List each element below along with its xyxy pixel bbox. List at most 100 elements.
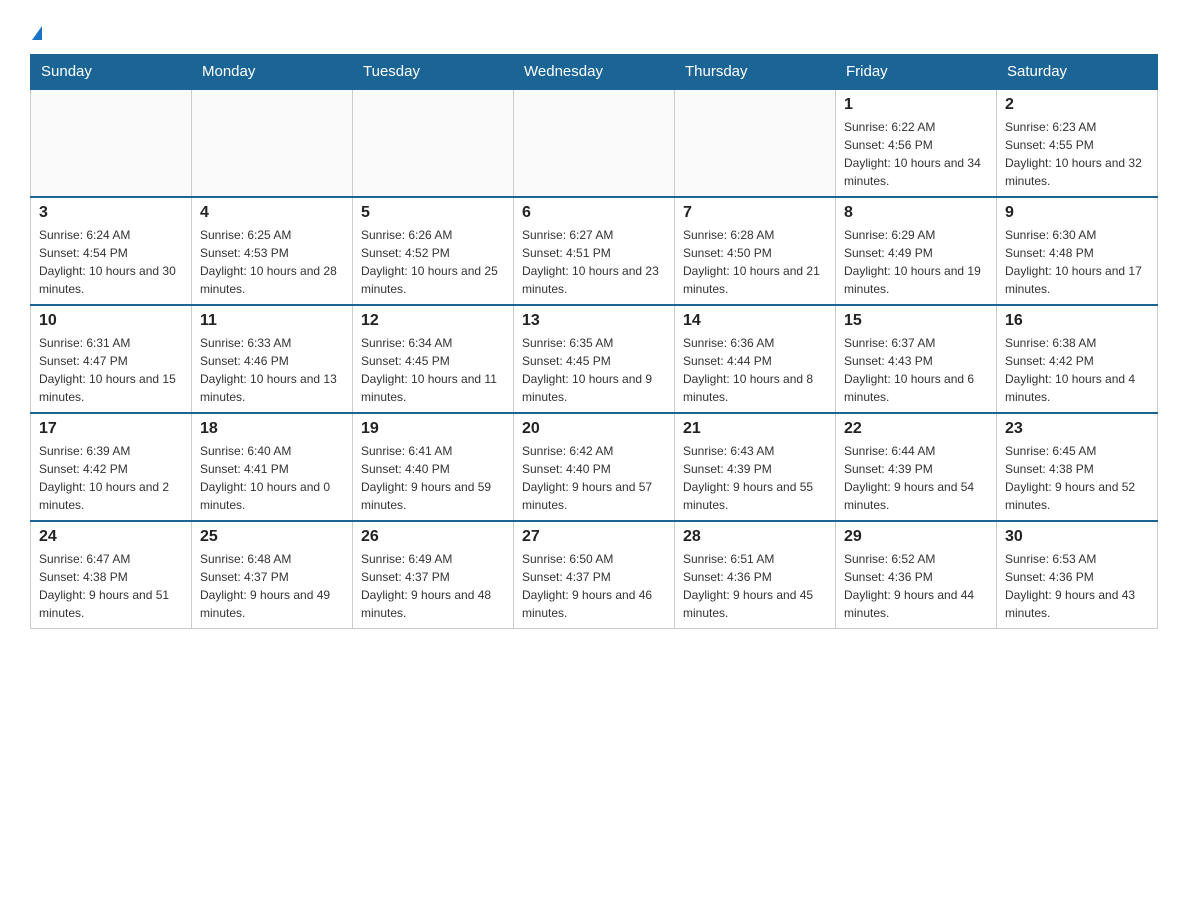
day-number: 19 [361,420,505,438]
weekday-header-sunday: Sunday [31,55,192,90]
calendar-cell: 12 Sunrise: 6:34 AM Sunset: 4:45 PM Dayli… [353,305,514,413]
day-info: Sunrise: 6:52 AM Sunset: 4:36 PM Dayligh… [844,550,988,622]
day-info: Sunrise: 6:30 AM Sunset: 4:48 PM Dayligh… [1005,226,1149,298]
calendar-cell: 21Sunrise: 6:43 AM Sunset: 4:39 PM Dayli… [675,413,836,521]
day-number: 6 [522,204,666,222]
day-number: 25 [200,528,344,546]
day-number: 18 [200,420,344,438]
calendar-cell [31,89,192,197]
calendar-cell [675,89,836,197]
week-row-2: 3Sunrise: 6:24 AM Sunset: 4:54 PM Daylig… [31,197,1158,305]
day-info: Sunrise: 6:48 AM Sunset: 4:37 PM Dayligh… [200,550,344,622]
day-number: 26 [361,528,505,546]
calendar-cell [514,89,675,197]
calendar-cell: 14 Sunrise: 6:36 AM Sunset: 4:44 PM Dayli… [675,305,836,413]
day-info: Sunrise: 6:37 AM Sunset: 4:43 PM Dayligh… [844,334,988,406]
day-number: 20 [522,420,666,438]
page-header [30,20,1158,44]
day-info: Sunrise: 6:45 AM Sunset: 4:38 PM Dayligh… [1005,442,1149,514]
day-info: Sunrise: 6:53 AM Sunset: 4:36 PM Dayligh… [1005,550,1149,622]
day-number: 10 [39,312,183,330]
day-number: 5 [361,204,505,222]
calendar-cell [192,89,353,197]
calendar-cell: 6 Sunrise: 6:27 AM Sunset: 4:51 PM Daylig… [514,197,675,305]
calendar-table: SundayMondayTuesdayWednesdayThursdayFrid… [30,54,1158,629]
day-info: Sunrise: 6:41 AM Sunset: 4:40 PM Dayligh… [361,442,505,514]
day-info: Sunrise: 6:27 AM Sunset: 4:51 PM Dayligh… [522,226,666,298]
calendar-cell: 23 Sunrise: 6:45 AM Sunset: 4:38 PM Dayli… [997,413,1158,521]
day-info: Sunrise: 6:35 AM Sunset: 4:45 PM Dayligh… [522,334,666,406]
weekday-header-friday: Friday [836,55,997,90]
calendar-cell: 26Sunrise: 6:49 AM Sunset: 4:37 PM Dayli… [353,521,514,629]
day-info: Sunrise: 6:31 AM Sunset: 4:47 PM Dayligh… [39,334,183,406]
logo-triangle-icon [32,26,42,40]
day-info: Sunrise: 6:25 AM Sunset: 4:53 PM Dayligh… [200,226,344,298]
day-info: Sunrise: 6:34 AM Sunset: 4:45 PM Dayligh… [361,334,505,406]
calendar-cell: 5 Sunrise: 6:26 AM Sunset: 4:52 PM Daylig… [353,197,514,305]
calendar-cell: 28 Sunrise: 6:51 AM Sunset: 4:36 PM Dayli… [675,521,836,629]
day-info: Sunrise: 6:22 AM Sunset: 4:56 PM Dayligh… [844,118,988,190]
calendar-cell: 29 Sunrise: 6:52 AM Sunset: 4:36 PM Dayli… [836,521,997,629]
day-number: 13 [522,312,666,330]
logo [30,20,42,44]
day-number: 15 [844,312,988,330]
calendar-cell: 18 Sunrise: 6:40 AM Sunset: 4:41 PM Dayli… [192,413,353,521]
day-number: 30 [1005,528,1149,546]
day-number: 21 [683,420,827,438]
day-number: 12 [361,312,505,330]
calendar-cell: 24 Sunrise: 6:47 AM Sunset: 4:38 PM Dayli… [31,521,192,629]
day-number: 8 [844,204,988,222]
day-info: Sunrise: 6:23 AM Sunset: 4:55 PM Dayligh… [1005,118,1149,190]
day-info: Sunrise: 6:40 AM Sunset: 4:41 PM Dayligh… [200,442,344,514]
day-number: 22 [844,420,988,438]
day-number: 9 [1005,204,1149,222]
day-number: 14 [683,312,827,330]
day-number: 1 [844,96,988,114]
day-number: 17 [39,420,183,438]
calendar-cell: 8 Sunrise: 6:29 AM Sunset: 4:49 PM Daylig… [836,197,997,305]
week-row-3: 10 Sunrise: 6:31 AM Sunset: 4:47 PM Dayli… [31,305,1158,413]
day-info: Sunrise: 6:44 AM Sunset: 4:39 PM Dayligh… [844,442,988,514]
day-info: Sunrise: 6:50 AM Sunset: 4:37 PM Dayligh… [522,550,666,622]
weekday-header-monday: Monday [192,55,353,90]
calendar-cell: 1 Sunrise: 6:22 AM Sunset: 4:56 PM Daylig… [836,89,997,197]
calendar-cell: 27 Sunrise: 6:50 AM Sunset: 4:37 PM Dayli… [514,521,675,629]
day-info: Sunrise: 6:33 AM Sunset: 4:46 PM Dayligh… [200,334,344,406]
calendar-cell: 15 Sunrise: 6:37 AM Sunset: 4:43 PM Dayli… [836,305,997,413]
calendar-cell: 7Sunrise: 6:28 AM Sunset: 4:50 PM Daylig… [675,197,836,305]
calendar-cell: 4 Sunrise: 6:25 AM Sunset: 4:53 PM Daylig… [192,197,353,305]
calendar-cell: 3Sunrise: 6:24 AM Sunset: 4:54 PM Daylig… [31,197,192,305]
day-info: Sunrise: 6:47 AM Sunset: 4:38 PM Dayligh… [39,550,183,622]
week-row-5: 24 Sunrise: 6:47 AM Sunset: 4:38 PM Dayli… [31,521,1158,629]
weekday-header-saturday: Saturday [997,55,1158,90]
weekday-header-row: SundayMondayTuesdayWednesdayThursdayFrid… [31,55,1158,90]
calendar-cell: 19 Sunrise: 6:41 AM Sunset: 4:40 PM Dayli… [353,413,514,521]
day-number: 4 [200,204,344,222]
calendar-cell: 20Sunrise: 6:42 AM Sunset: 4:40 PM Dayli… [514,413,675,521]
calendar-cell: 2 Sunrise: 6:23 AM Sunset: 4:55 PM Daylig… [997,89,1158,197]
day-number: 24 [39,528,183,546]
week-row-1: 1 Sunrise: 6:22 AM Sunset: 4:56 PM Daylig… [31,89,1158,197]
calendar-cell: 9 Sunrise: 6:30 AM Sunset: 4:48 PM Daylig… [997,197,1158,305]
day-number: 7 [683,204,827,222]
calendar-cell: 17Sunrise: 6:39 AM Sunset: 4:42 PM Dayli… [31,413,192,521]
day-info: Sunrise: 6:36 AM Sunset: 4:44 PM Dayligh… [683,334,827,406]
day-number: 16 [1005,312,1149,330]
day-info: Sunrise: 6:29 AM Sunset: 4:49 PM Dayligh… [844,226,988,298]
day-number: 27 [522,528,666,546]
day-number: 29 [844,528,988,546]
day-info: Sunrise: 6:24 AM Sunset: 4:54 PM Dayligh… [39,226,183,298]
calendar-cell: 25 Sunrise: 6:48 AM Sunset: 4:37 PM Dayli… [192,521,353,629]
day-number: 23 [1005,420,1149,438]
calendar-cell: 22 Sunrise: 6:44 AM Sunset: 4:39 PM Dayli… [836,413,997,521]
day-info: Sunrise: 6:26 AM Sunset: 4:52 PM Dayligh… [361,226,505,298]
weekday-header-wednesday: Wednesday [514,55,675,90]
day-number: 28 [683,528,827,546]
day-number: 2 [1005,96,1149,114]
calendar-cell [353,89,514,197]
day-number: 11 [200,312,344,330]
calendar-cell: 30 Sunrise: 6:53 AM Sunset: 4:36 PM Dayli… [997,521,1158,629]
day-info: Sunrise: 6:51 AM Sunset: 4:36 PM Dayligh… [683,550,827,622]
calendar-cell: 10 Sunrise: 6:31 AM Sunset: 4:47 PM Dayli… [31,305,192,413]
weekday-header-thursday: Thursday [675,55,836,90]
